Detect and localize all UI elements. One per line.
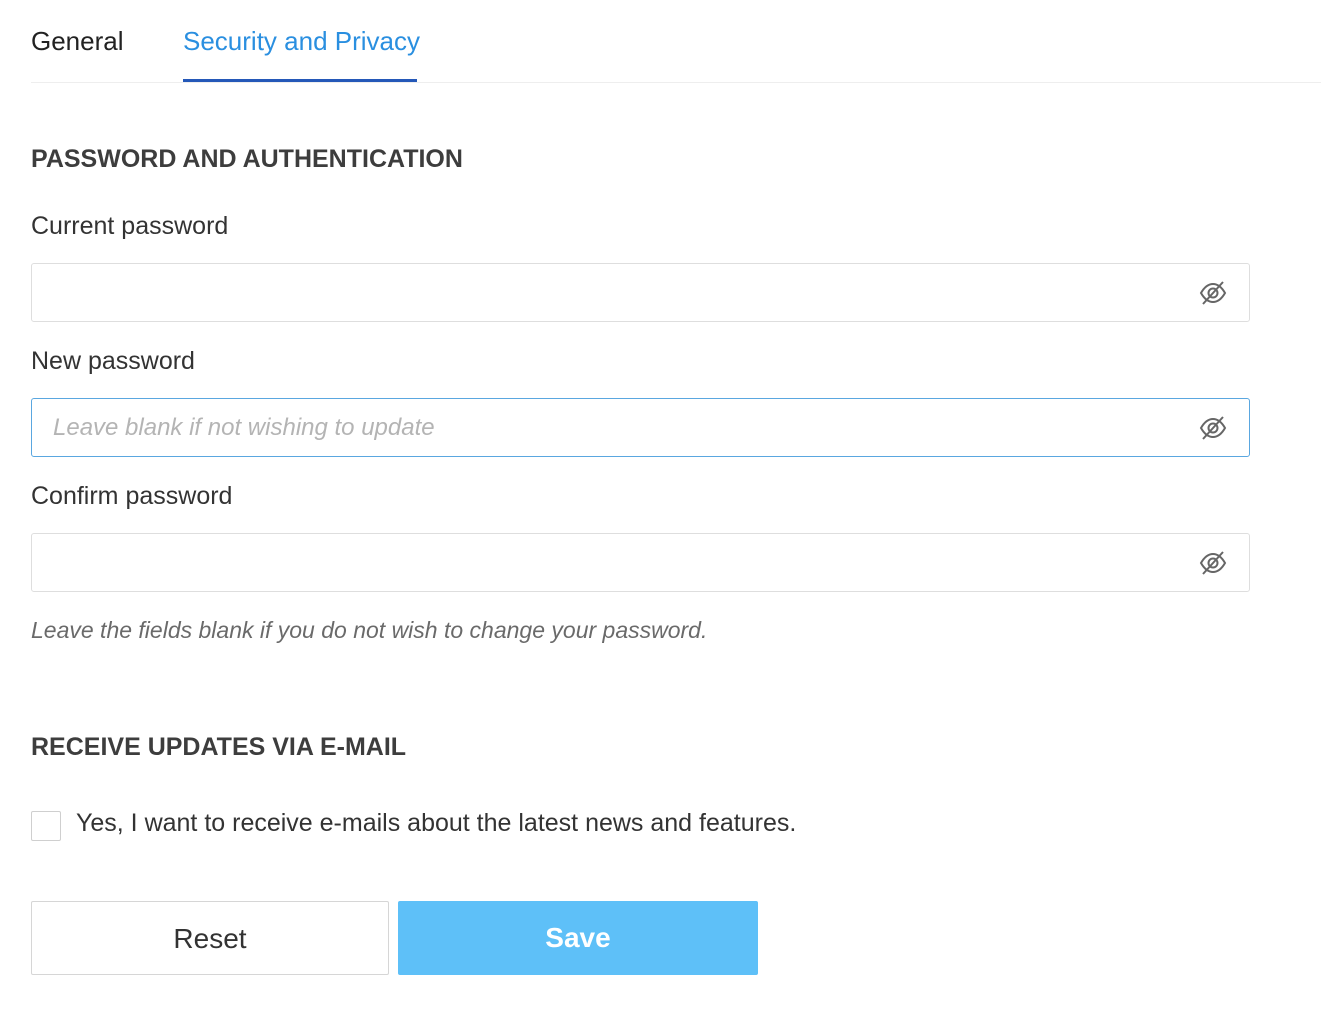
- current-password-field: [31, 263, 1250, 322]
- current-password-input[interactable]: [32, 264, 1193, 321]
- eye-slash-icon[interactable]: [1199, 414, 1227, 442]
- eye-slash-icon[interactable]: [1199, 279, 1227, 307]
- save-button[interactable]: Save: [398, 901, 758, 975]
- password-section-title: PASSWORD AND AUTHENTICATION: [31, 145, 463, 173]
- password-hint: Leave the fields blank if you do not wis…: [31, 617, 708, 643]
- confirm-password-label: Confirm password: [31, 482, 233, 510]
- new-password-input[interactable]: [32, 399, 1193, 456]
- tab-general[interactable]: General: [31, 24, 124, 58]
- eye-slash-icon[interactable]: [1199, 549, 1227, 577]
- tab-security-and-privacy[interactable]: Security and Privacy: [183, 24, 420, 58]
- confirm-password-input[interactable]: [32, 534, 1193, 591]
- email-updates-label[interactable]: Yes, I want to receive e-mails about the…: [76, 809, 796, 838]
- new-password-label: New password: [31, 347, 195, 375]
- email-section-title: RECEIVE UPDATES VIA E-MAIL: [31, 733, 407, 761]
- new-password-field: [31, 398, 1250, 457]
- confirm-password-field: [31, 533, 1250, 592]
- current-password-label: Current password: [31, 212, 229, 240]
- active-tab-indicator: [183, 79, 417, 82]
- tab-bar: General Security and Privacy: [31, 0, 1321, 83]
- reset-button[interactable]: Reset: [31, 901, 389, 975]
- email-updates-checkbox[interactable]: [31, 811, 61, 841]
